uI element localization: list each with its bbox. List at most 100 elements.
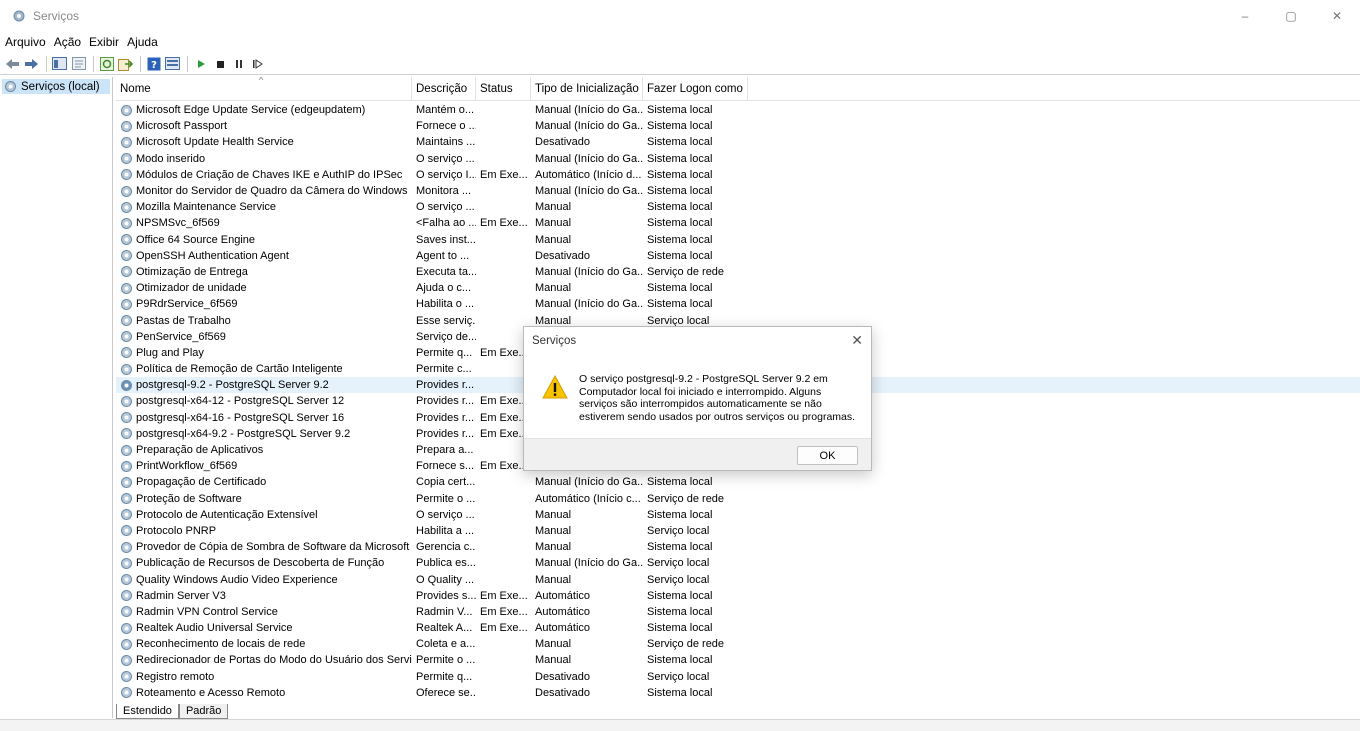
service-logon-as: Sistema local [647,168,713,181]
table-row[interactable]: Módulos de Criação de Chaves IKE e AuthI… [116,167,1360,183]
table-row[interactable]: Quality Windows Audio Video Experience O … [116,571,1360,587]
service-name-cell: Microsoft Edge Update Service (edgeupdat… [116,104,412,117]
service-description: Fornece o ... [416,120,476,133]
view-icon[interactable] [164,55,181,72]
service-name: Protocolo PNRP [136,524,217,537]
column-header-tipo[interactable]: Tipo de Inicialização [531,77,643,101]
service-description: Publica es... [416,557,476,570]
service-startup-type: Manual (Início do Ga... [535,120,643,133]
service-logon-as: Serviço local [647,314,710,327]
service-startup-type: Manual [535,654,572,667]
service-description: Monitora ... [416,185,472,198]
back-arrow-icon[interactable] [4,55,21,72]
menu-arquivo[interactable]: Arquivo [0,34,50,52]
table-row[interactable]: Microsoft Passport Fornece o ... Manual (I… [116,118,1360,134]
refresh-icon[interactable] [98,55,115,72]
table-row[interactable]: Proteção de Software Permite o ... Automát… [116,491,1360,507]
table-row[interactable]: OpenSSH Authentication Agent Agent to ...… [116,248,1360,264]
table-row[interactable]: Office 64 Source Engine Saves inst... Manu… [116,232,1360,248]
window-controls: – ▢ ✕ [1222,0,1360,32]
service-description: Permite q... [416,346,473,359]
column-header-nome[interactable]: Nome ^ [116,77,412,101]
service-name-cell: Realtek Audio Universal Service [116,622,412,635]
export-icon[interactable] [117,55,134,72]
table-row[interactable]: NPSMSvc_6f569 <Falha ao ... Em Exe... Manua… [116,215,1360,231]
table-row[interactable]: Otimizador de unidade Ajuda o c... Manual S… [116,280,1360,296]
table-row[interactable]: Modo inserido O serviço ... Manual (Início… [116,151,1360,167]
column-header-descricao[interactable]: Descrição [412,77,476,101]
properties-icon[interactable] [70,55,87,72]
maximize-button[interactable]: ▢ [1268,0,1314,32]
service-description: Permite o ... [416,654,476,667]
stop-icon[interactable] [211,55,228,72]
service-name-cell: Mozilla Maintenance Service [116,201,412,214]
tree-item-servicos-local[interactable]: Serviços (local) [2,79,110,94]
toolbar: ? [0,53,1360,75]
service-logon-as: Sistema local [647,605,713,618]
table-row[interactable]: Protocolo de Autenticação Extensível O se… [116,507,1360,523]
gear-services-icon [121,169,132,181]
table-row[interactable]: Redirecionador de Portas do Modo do Usuá… [116,652,1360,668]
console-tree-icon[interactable] [51,55,68,72]
service-name-cell: PenService_6f569 [116,330,412,343]
service-description: Saves inst... [416,233,476,246]
service-description: Coleta e a... [416,638,476,651]
table-row[interactable]: Radmin VPN Control Service Radmin V... Em … [116,604,1360,620]
table-row[interactable]: P9RdrService_6f569 Habilita o ... Manual (… [116,296,1360,312]
gear-services-icon [121,687,132,699]
service-logon-as: Sistema local [647,104,713,117]
gear-services-icon [121,493,132,505]
table-row[interactable]: Roteamento e Acesso Remoto Oferece se... D… [116,685,1360,701]
service-name-cell: Preparação de Aplicativos [116,444,412,457]
service-name-cell: Plug and Play [116,346,412,359]
menu-acao[interactable]: Ação [50,34,85,52]
service-name: Quality Windows Audio Video Experience [136,573,338,586]
table-row[interactable]: Propagação de Certificado Copia cert... Ma… [116,474,1360,490]
table-row[interactable]: Protocolo PNRP Habilita a ... Manual Serviç… [116,523,1360,539]
list-header: Nome ^ Descrição Status Tipo de Iniciali… [116,77,1360,101]
resume-icon[interactable] [249,55,266,72]
gear-services-icon [121,315,132,327]
menu-ajuda[interactable]: Ajuda [123,34,162,52]
service-name: Registro remoto [136,670,215,683]
service-startup-type: Manual (Início do Ga... [535,265,643,278]
gear-services-icon [121,201,132,213]
table-row[interactable]: Registro remoto Permite q... Desativado Ser… [116,669,1360,685]
service-name: PrintWorkflow_6f569 [136,460,238,473]
tree-item-label: Serviços (local) [21,80,100,93]
play-icon[interactable] [192,55,209,72]
table-row[interactable]: Monitor do Servidor de Quadro da Câmera … [116,183,1360,199]
table-row[interactable]: Otimização de Entrega Executa ta... Manual… [116,264,1360,280]
table-row[interactable]: Radmin Server V3 Provides s... Em Exe... Au… [116,588,1360,604]
table-row[interactable]: Publicação de Recursos de Descoberta de … [116,555,1360,571]
column-header-status[interactable]: Status [476,77,531,101]
close-button[interactable]: ✕ [1314,0,1360,32]
pause-icon[interactable] [230,55,247,72]
menu-exibir[interactable]: Exibir [85,34,123,52]
help-icon[interactable]: ? [145,55,162,72]
table-row[interactable]: Microsoft Update Health Service Maintains… [116,134,1360,150]
service-startup-type: Manual (Início do Ga... [535,104,643,117]
service-status: Em Exe... [480,589,528,602]
service-name-cell: P9RdrService_6f569 [116,298,412,311]
table-row[interactable]: Provedor de Cópia de Sombra de Software … [116,539,1360,555]
service-name: PenService_6f569 [136,330,226,343]
dialog-close-button[interactable]: ✕ [851,332,863,349]
ok-button[interactable]: OK [797,446,858,465]
service-status: Em Exe... [480,168,528,181]
tab-padrao[interactable]: Padrão [178,704,229,719]
status-bar [0,719,1360,731]
minimize-button[interactable]: – [1222,0,1268,32]
column-header-logon[interactable]: Fazer Logon como [643,77,748,101]
gear-services-icon [121,347,132,359]
service-startup-type: Manual [535,638,572,651]
table-row[interactable]: Reconhecimento de locais de rede Coleta e… [116,636,1360,652]
table-row[interactable]: Realtek Audio Universal Service Realtek A… [116,620,1360,636]
service-startup-type: Desativado [535,670,591,683]
service-description: Mantém o... [416,104,475,117]
table-row[interactable]: Mozilla Maintenance Service O serviço ...… [116,199,1360,215]
forward-arrow-icon[interactable] [23,55,40,72]
table-row[interactable]: Microsoft Edge Update Service (edgeupdat… [116,102,1360,118]
tab-estendido[interactable]: Estendido [116,704,179,719]
gear-services-icon [121,266,132,278]
